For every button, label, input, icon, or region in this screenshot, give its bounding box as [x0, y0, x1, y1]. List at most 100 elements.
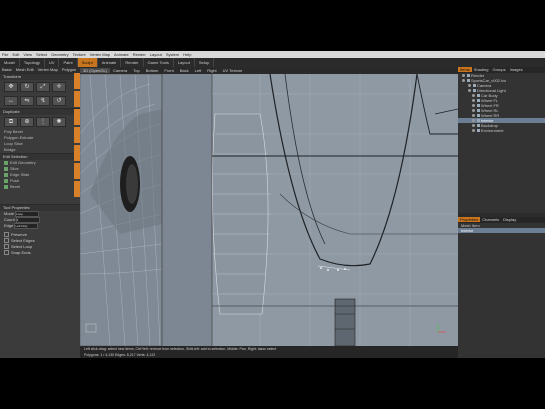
viewport-tab-right[interactable]: Right: [204, 68, 219, 73]
shear-icon[interactable]: ⇋: [20, 96, 34, 106]
menu-bar: File Edit View Select Geometry Texture Vertex …: [0, 51, 545, 58]
menu-render[interactable]: Render: [131, 52, 148, 57]
twist-icon[interactable]: ↺: [52, 96, 66, 106]
eye-icon[interactable]: [472, 104, 475, 108]
transform-icon[interactable]: ✛: [52, 82, 66, 92]
clone-icon[interactable]: ⊕: [20, 117, 34, 127]
menu-edit[interactable]: Edit: [10, 52, 21, 57]
mode-tab-sculpt[interactable]: Sculpt: [77, 58, 98, 67]
eye-icon[interactable]: [462, 74, 465, 78]
viewport-tab-front[interactable]: Front: [161, 68, 176, 73]
menu-help[interactable]: Help: [181, 52, 193, 57]
mode-tabs: Model Topology UV Paint Sculpt Animate Render G…: [0, 58, 545, 67]
viewport-tab-back[interactable]: Back: [177, 68, 192, 73]
tool-dot-icon: [4, 172, 8, 177]
toolbox-tab-basic[interactable]: Basic: [0, 67, 14, 72]
checkbox-icon[interactable]: [4, 232, 9, 238]
mode-tab-paint[interactable]: Paint: [59, 58, 78, 67]
eye-icon[interactable]: [472, 99, 475, 103]
eye-icon[interactable]: [472, 114, 475, 118]
mode-tab-topology[interactable]: Topology: [20, 58, 45, 67]
mode-tab-render[interactable]: Render: [121, 58, 144, 67]
viewport-tabs: 3D (OpenGL) Camera Top Bottom Front Back Left R…: [80, 67, 458, 74]
prop-edge: Edge Left Only: [0, 223, 80, 229]
group-bevel[interactable]: Bevel: [0, 184, 80, 190]
radial-icon[interactable]: ✺: [52, 117, 66, 127]
item-type-icon: [473, 89, 476, 93]
toolbox-tab-polygon[interactable]: Polygon: [60, 67, 78, 72]
eye-icon[interactable]: [468, 84, 471, 88]
viewport-tab-left[interactable]: Left: [192, 68, 205, 73]
mode-tab-setup[interactable]: Setup: [195, 58, 215, 67]
item-type-icon: [477, 124, 480, 128]
viewport-tab-top[interactable]: Top: [130, 68, 142, 73]
checkbox-icon[interactable]: [4, 244, 9, 250]
mode-tab-game-tools[interactable]: Game Tools: [144, 58, 174, 67]
item-type-icon: [467, 74, 470, 78]
items-tab-shading[interactable]: Shading: [472, 67, 491, 72]
menu-system[interactable]: System: [164, 52, 181, 57]
items-tab-images[interactable]: Images: [508, 67, 525, 72]
item-row[interactable]: Environment: [458, 128, 545, 133]
prop-field-edge[interactable]: Left Only: [14, 223, 39, 229]
viewport-tab-3d-opengl[interactable]: 3D (OpenGL): [80, 68, 111, 73]
checkbox-icon[interactable]: [4, 238, 9, 244]
eye-icon[interactable]: [462, 79, 465, 83]
eye-icon[interactable]: [472, 94, 475, 98]
eye-icon[interactable]: [468, 89, 471, 93]
eye-icon[interactable]: [472, 129, 475, 133]
rotate-icon[interactable]: ↻: [20, 82, 34, 92]
menu-layout[interactable]: Layout: [148, 52, 164, 57]
properties-tab-display[interactable]: Display: [501, 217, 518, 222]
edit-selection-header: Edit Selection: [0, 153, 80, 160]
properties-panel: Properties Channels Display Mesh Item Inter…: [458, 217, 545, 358]
menu-texture[interactable]: Texture: [71, 52, 88, 57]
item-type-icon: [467, 79, 470, 83]
stats-line: Polygons: 1 / 4,130 Edges: 8,217 Verts: …: [84, 353, 156, 357]
properties-tab-properties[interactable]: Properties: [458, 217, 481, 222]
item-type-icon: [477, 119, 480, 123]
mode-tab-layout[interactable]: Layout: [174, 58, 195, 67]
item-type-icon: [477, 114, 480, 118]
mode-tab-animate[interactable]: Animate: [98, 58, 122, 67]
stretch-icon[interactable]: ↔: [4, 96, 18, 106]
items-tab-items[interactable]: Items: [458, 67, 472, 72]
array-icon[interactable]: ⋮: [36, 117, 50, 127]
mirror-icon[interactable]: ⧉: [4, 117, 18, 127]
menu-animate[interactable]: Animate: [112, 52, 131, 57]
transform-icons-2: ↔ ⇋ ↯ ↺: [0, 94, 80, 108]
menu-vertex-map[interactable]: Vertex Map: [88, 52, 112, 57]
property-row[interactable]: Interior: [458, 228, 545, 233]
toolbox-tab-mesh-edit[interactable]: Mesh Edit: [14, 67, 36, 72]
eye-icon[interactable]: [472, 124, 475, 128]
3d-viewport[interactable]: [80, 74, 458, 346]
menu-select[interactable]: Select: [34, 52, 49, 57]
viewport-tab-uv-texture[interactable]: UV Texture: [220, 68, 246, 73]
item-type-icon: [477, 109, 480, 113]
menu-geometry[interactable]: Geometry: [49, 52, 71, 57]
menu-view[interactable]: View: [21, 52, 34, 57]
check-snap-ends[interactable]: Snap Ends: [0, 250, 80, 256]
item-type-icon: [473, 84, 476, 88]
viewport-tab-camera[interactable]: Camera: [110, 68, 130, 73]
move-icon[interactable]: ✥: [4, 82, 18, 92]
eye-icon[interactable]: [472, 109, 475, 113]
info-bar: Left click-drag: select new items, Ctrl+…: [80, 346, 458, 358]
tool-dot-icon: [4, 160, 8, 165]
item-type-icon: [477, 94, 480, 98]
eye-icon[interactable]: [472, 119, 475, 123]
toolbox-tabs: Basic Mesh Edit Vertex Map Polygon: [0, 67, 80, 73]
mode-tab-model[interactable]: Model: [0, 58, 20, 67]
properties-tab-channels[interactable]: Channels: [480, 217, 501, 222]
mode-tab-uv[interactable]: UV: [45, 58, 60, 67]
toolbox-tab-vertex-map[interactable]: Vertex Map: [36, 67, 60, 72]
scale-icon[interactable]: ⤢: [36, 82, 50, 92]
bend-icon[interactable]: ↯: [36, 96, 50, 106]
item-type-icon: [477, 129, 480, 133]
checkbox-icon[interactable]: [4, 250, 9, 256]
viewport-panel: 3D (OpenGL) Camera Top Bottom Front Back Left R…: [80, 67, 458, 358]
viewport-tab-bottom[interactable]: Bottom: [143, 68, 162, 73]
items-tab-groups[interactable]: Groups: [490, 67, 507, 72]
item-type-icon: [477, 104, 480, 108]
menu-file[interactable]: File: [0, 52, 10, 57]
